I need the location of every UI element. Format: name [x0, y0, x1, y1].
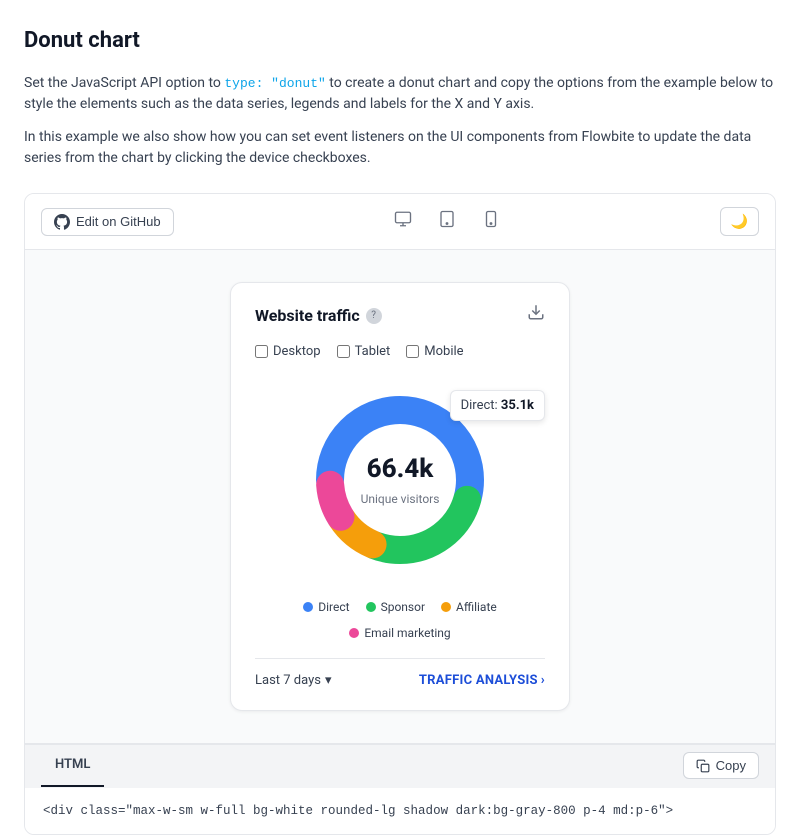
page-title: Donut chart: [24, 24, 776, 57]
desktop-icon: [394, 210, 412, 228]
checkbox-mobile[interactable]: Mobile: [406, 342, 463, 362]
card-header: Website traffic ?: [255, 303, 545, 328]
code-area: HTML Copy <div class="max-w-sm w-full bg…: [25, 743, 775, 834]
donut-wrapper: 66.4k Unique visitors Direct: 35.1k: [255, 380, 545, 580]
card-title: Website traffic: [255, 304, 360, 328]
mobile-view-button[interactable]: [473, 204, 509, 239]
edit-github-button[interactable]: Edit on GitHub: [41, 208, 174, 236]
preview-toolbar: Edit on GitHub 🌙: [25, 194, 775, 250]
donut-value: 66.4k: [361, 450, 440, 489]
code-tabs: HTML Copy: [25, 744, 775, 787]
legend-item-sponsor: Sponsor: [366, 598, 425, 616]
tab-html[interactable]: HTML: [41, 745, 104, 787]
legend-dot-email: [349, 628, 359, 638]
page-description-1: Set the JavaScript API option to type: "…: [24, 73, 776, 115]
donut-tooltip: Direct: 35.1k: [450, 390, 545, 422]
legend-dot-sponsor: [366, 602, 376, 612]
preview-content: Website traffic ? Desktop Table: [25, 250, 775, 743]
tooltip-value: 35.1k: [501, 398, 534, 413]
dark-mode-toggle[interactable]: 🌙: [720, 207, 759, 236]
help-icon[interactable]: ?: [366, 308, 382, 324]
toolbar-icons: [385, 204, 509, 239]
card-divider: [255, 658, 545, 659]
page-description-2: In this example we also show how you can…: [24, 127, 776, 169]
legend-dot-affiliate: [441, 602, 451, 612]
checkbox-mobile-input[interactable]: [406, 345, 419, 358]
desktop-view-button[interactable]: [385, 204, 421, 239]
tooltip-label: Direct:: [461, 398, 498, 413]
traffic-analysis-link[interactable]: TRAFFIC ANALYSIS ›: [419, 671, 545, 691]
card-title-row: Website traffic ?: [255, 304, 382, 328]
checkbox-tablet[interactable]: Tablet: [337, 342, 391, 362]
legend-item-email: Email marketing: [349, 624, 450, 642]
period-select[interactable]: Last 7 days ▾: [255, 671, 332, 691]
checkbox-row: Desktop Tablet Mobile: [255, 342, 545, 362]
tablet-view-button[interactable]: [429, 204, 465, 239]
donut-label: Unique visitors: [361, 492, 440, 506]
preview-box: Edit on GitHub 🌙 Webs: [24, 193, 776, 835]
github-icon: [54, 214, 70, 230]
card-footer: Last 7 days ▾ TRAFFIC ANALYSIS ›: [255, 671, 545, 691]
legend-item-affiliate: Affiliate: [441, 598, 497, 616]
mobile-icon: [482, 210, 500, 228]
donut-center: 66.4k Unique visitors: [361, 450, 440, 510]
checkbox-desktop[interactable]: Desktop: [255, 342, 321, 362]
legend-dot-direct: [303, 602, 313, 612]
checkbox-desktop-input[interactable]: [255, 345, 268, 358]
legend: Direct Sponsor Affiliate Email marketing: [255, 598, 545, 642]
tablet-icon: [438, 210, 456, 228]
legend-item-direct: Direct: [303, 598, 349, 616]
copy-icon: [696, 759, 710, 773]
checkbox-tablet-input[interactable]: [337, 345, 350, 358]
chart-card: Website traffic ? Desktop Table: [230, 282, 570, 711]
code-block: <div class="max-w-sm w-full bg-white rou…: [25, 787, 775, 835]
copy-button[interactable]: Copy: [683, 752, 759, 779]
download-icon[interactable]: [527, 303, 545, 328]
